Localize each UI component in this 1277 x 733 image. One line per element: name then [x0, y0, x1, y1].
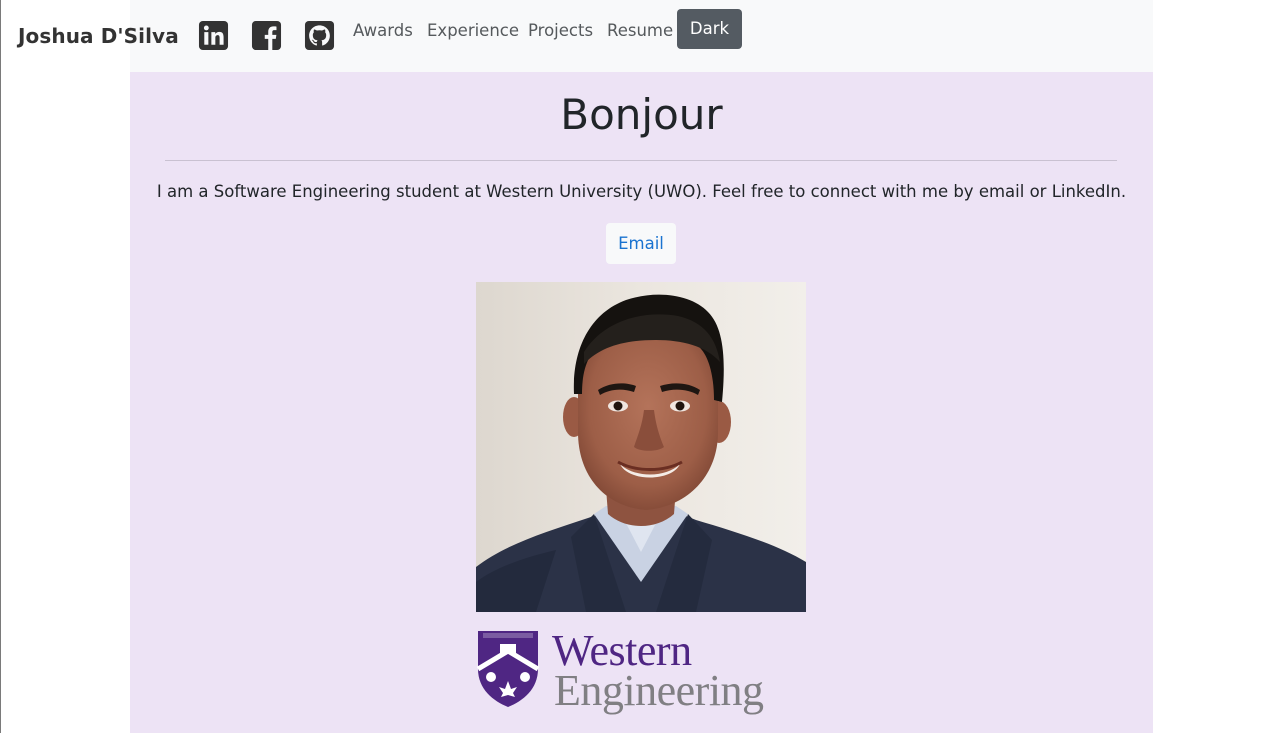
western-crest-icon [476, 631, 540, 707]
email-button[interactable]: Email [606, 223, 676, 264]
logo-word-engineering: Engineering [554, 666, 764, 715]
divider [165, 160, 1117, 161]
intro-text: I am a Software Engineering student at W… [156, 182, 1127, 201]
window-edge [0, 0, 1, 733]
brand-name[interactable]: Joshua D'Silva [18, 24, 179, 48]
nav-link-awards[interactable]: Awards [353, 21, 413, 40]
main-content: Bonjour I am a Software Engineering stud… [130, 72, 1153, 733]
profile-photo [476, 282, 806, 612]
facebook-icon[interactable] [251, 20, 282, 51]
dark-mode-button[interactable]: Dark [677, 9, 742, 49]
nav-link-experience[interactable]: Experience [427, 21, 519, 40]
github-icon[interactable] [304, 20, 335, 51]
nav-link-projects[interactable]: Projects [528, 21, 593, 40]
linkedin-icon[interactable] [198, 20, 229, 51]
western-engineering-logo: Western Engineering [475, 627, 807, 719]
page-title: Bonjour [560, 90, 723, 139]
nav-link-resume[interactable]: Resume [607, 21, 673, 40]
